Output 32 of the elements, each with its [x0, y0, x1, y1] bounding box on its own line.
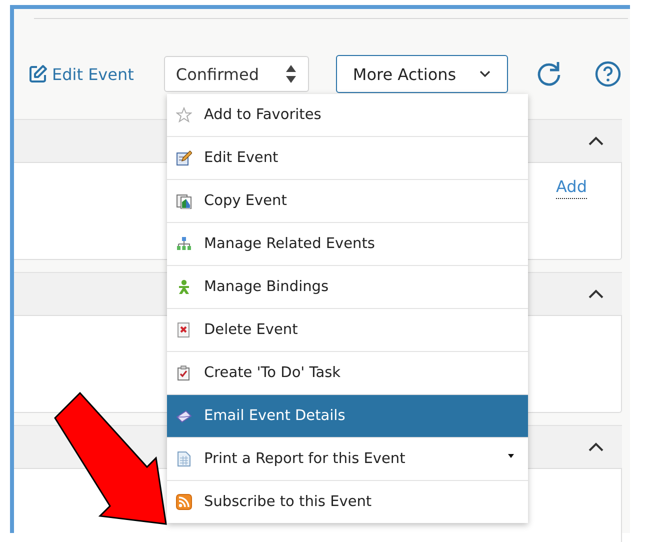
clipboard-check-icon — [176, 365, 192, 381]
menu-item[interactable]: Add to Favorites — [167, 94, 528, 137]
sort-arrows-icon — [284, 64, 297, 84]
chevron-up-icon[interactable] — [588, 289, 604, 300]
more-actions-button[interactable]: More Actions — [336, 55, 508, 94]
menu-item[interactable]: Manage Bindings — [167, 266, 528, 309]
copy-pages-icon — [176, 193, 192, 209]
menu-item[interactable]: Delete Event — [167, 309, 528, 352]
chevron-up-icon[interactable] — [588, 442, 604, 452]
menu-item[interactable]: Manage Related Events — [167, 223, 528, 266]
hierarchy-icon — [176, 236, 192, 252]
add-link[interactable]: Add — [556, 177, 587, 200]
chevron-up-icon[interactable] — [588, 136, 604, 146]
figure-icon — [176, 279, 192, 295]
refresh-icon[interactable] — [536, 61, 562, 88]
edit-event-label: Edit Event — [52, 64, 134, 84]
menu-item[interactable]: Subscribe to this Event — [167, 481, 528, 523]
menu-item[interactable]: Copy Event — [167, 180, 528, 223]
edit-event-link[interactable]: Edit Event — [28, 64, 134, 84]
envelope-icon — [176, 408, 192, 424]
rss-feed-icon — [176, 494, 192, 510]
menu-item[interactable]: Email Event Details — [167, 395, 528, 438]
star-icon — [176, 107, 192, 123]
status-select[interactable]: Confirmed — [164, 56, 309, 92]
edit-icon — [28, 64, 48, 84]
menu-item[interactable]: Print a Report for this Event — [167, 438, 528, 481]
chevron-down-icon — [478, 70, 491, 78]
delete-page-icon — [176, 322, 192, 338]
notepad-pencil-icon — [176, 150, 192, 166]
help-icon[interactable] — [594, 61, 621, 88]
menu-item[interactable]: Edit Event — [167, 137, 528, 180]
spreadsheet-page-icon — [176, 451, 192, 467]
